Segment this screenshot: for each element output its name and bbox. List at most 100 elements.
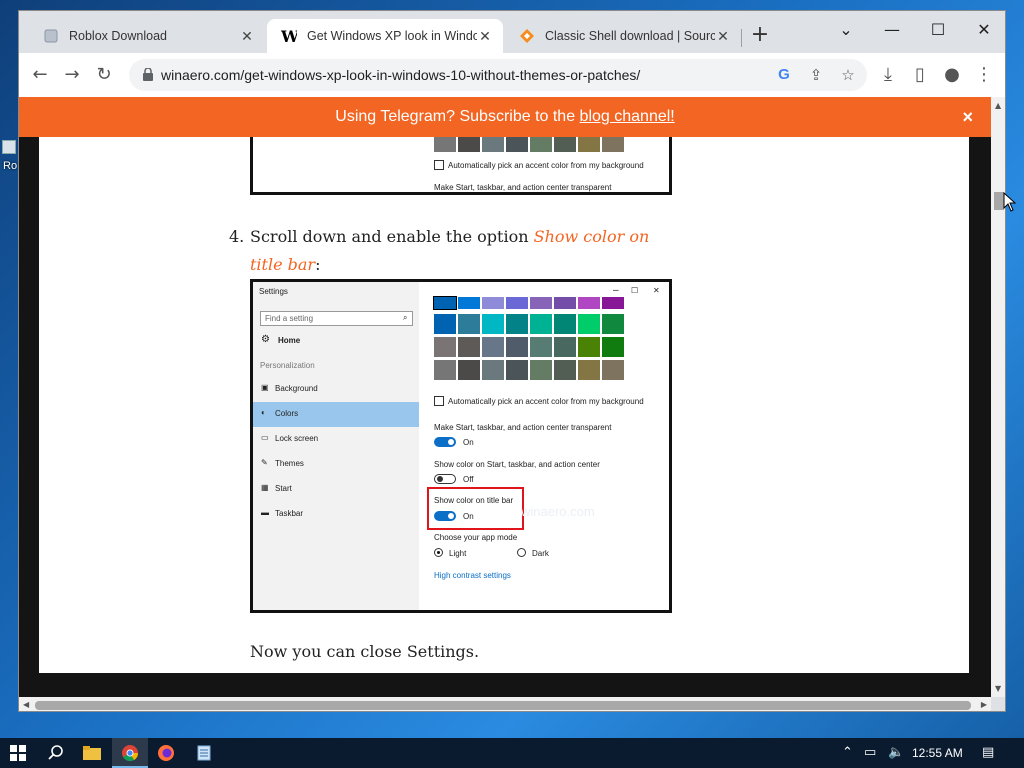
title-bar-toggle [434, 511, 456, 521]
mouse-cursor-icon [1003, 192, 1017, 212]
vertical-scrollbar[interactable]: ▲ ▼ [991, 97, 1005, 697]
settings-sidebar [253, 282, 419, 610]
color-swatch [554, 297, 576, 309]
share-icon[interactable]: ⇪ [807, 66, 825, 84]
color-swatch [602, 314, 624, 334]
profile-avatar-icon[interactable]: ● [941, 64, 963, 86]
app-taskbar-button[interactable] [186, 738, 222, 768]
network-icon[interactable]: ▭ [864, 745, 876, 760]
close-tab-icon[interactable]: ✕ [477, 28, 493, 44]
nav-icon: ▬ [261, 508, 269, 517]
step-number: 4. [229, 227, 245, 246]
tab-roblox-download[interactable]: Roblox Download ✕ [29, 19, 265, 53]
gear-icon: ⚙ [261, 334, 270, 345]
chrome-window: Roblox Download ✕ W Get Windows XP look … [18, 10, 1006, 712]
color-swatch [434, 337, 456, 357]
color-swatch [578, 337, 600, 357]
color-swatch [434, 314, 456, 334]
windows-logo-icon [10, 745, 26, 761]
back-button[interactable]: ← [29, 64, 51, 86]
color-swatch [530, 314, 552, 334]
color-swatch [554, 337, 576, 357]
svg-text:W: W [281, 28, 297, 44]
scroll-up-arrow[interactable]: ▲ [995, 101, 1001, 110]
color-swatch [530, 137, 552, 152]
desktop-shortcut-label: Ro [3, 160, 18, 172]
tab-winaero-active[interactable]: W Get Windows XP look in Windows 10 with… [267, 19, 503, 53]
bookmark-star-icon[interactable]: ☆ [839, 66, 857, 84]
close-tab-icon[interactable]: ✕ [239, 28, 255, 44]
new-tab-button[interactable]: + [749, 24, 771, 47]
watermark: winaero.com [521, 504, 595, 519]
banner-text: Using Telegram? Subscribe to the [335, 108, 580, 125]
scroll-right-arrow[interactable]: ▶ [981, 700, 987, 709]
sourceforge-diamond-icon [520, 29, 534, 43]
transparent-toggle [434, 437, 456, 447]
color-swatch [602, 137, 624, 152]
settings-maximize: ☐ [631, 286, 639, 295]
tab-title: Classic Shell download | SourceForge [545, 29, 715, 43]
nav-icon: ✎ [261, 458, 268, 467]
color-swatch [433, 296, 457, 310]
menu-kebab-icon[interactable]: ⋮ [973, 64, 995, 86]
color-swatch [482, 137, 504, 152]
download-icon[interactable]: ⤓ [877, 64, 899, 86]
horizontal-scrollbar[interactable]: ◀ ▶ [19, 697, 991, 711]
color-swatch [602, 297, 624, 309]
google-lens-icon[interactable]: G [775, 66, 793, 84]
horizontal-scroll-thumb[interactable] [35, 701, 971, 710]
settings-nav-item: Lock screen [275, 434, 319, 443]
banner-close-button[interactable]: × [962, 107, 973, 128]
maximize-button[interactable]: ☐ [915, 17, 961, 43]
color-swatch [602, 360, 624, 380]
color-swatch [506, 360, 528, 380]
show-color-start-state: Off [463, 475, 474, 484]
notifications-icon[interactable]: ▤ [982, 745, 994, 760]
search-button[interactable] [38, 738, 74, 768]
color-swatch [482, 360, 504, 380]
volume-muted-icon[interactable]: 🔈 [888, 745, 904, 760]
file-explorer-button[interactable] [74, 738, 110, 768]
transparent-label: Make Start, taskbar, and action center t… [434, 423, 612, 432]
screenshot-settings-colors: Settings – ☐ ✕ Find a setting ⌕ ⚙ Home P… [250, 279, 672, 613]
color-swatch [458, 314, 480, 334]
settings-search-box: Find a setting ⌕ [260, 311, 413, 326]
tab-search-button[interactable]: ⌄ [823, 17, 869, 43]
forward-button[interactable]: → [61, 64, 83, 86]
color-swatch [482, 314, 504, 334]
scroll-left-arrow[interactable]: ◀ [23, 700, 29, 709]
scroll-down-arrow[interactable]: ▼ [995, 684, 1001, 693]
side-panel-icon[interactable]: ▯ [909, 64, 931, 86]
blog-channel-link[interactable]: blog channel! [580, 108, 675, 125]
close-tab-icon[interactable]: ✕ [715, 28, 731, 44]
color-swatch [578, 314, 600, 334]
address-bar[interactable]: winaero.com/get-windows-xp-look-in-windo… [129, 59, 867, 91]
high-contrast-link: High contrast settings [434, 571, 511, 580]
color-swatch [506, 297, 528, 309]
color-swatch [482, 337, 504, 357]
settings-search-placeholder: Find a setting [265, 314, 314, 323]
auto-pick-label: Automatically pick an accent color from … [448, 161, 644, 170]
step-text-end: : [315, 255, 321, 274]
taskbar: ⌃ ▭ 🔈 12:55 AM ▤ [0, 738, 1024, 768]
search-icon [48, 745, 63, 760]
start-button[interactable] [0, 738, 36, 768]
clock[interactable]: 12:55 AM [912, 746, 963, 760]
chrome-taskbar-button[interactable] [112, 738, 148, 768]
firefox-taskbar-button[interactable] [148, 738, 184, 768]
close-window-button[interactable]: ✕ [961, 17, 1005, 43]
settings-home: Home [278, 336, 301, 345]
desktop-shortcut[interactable]: Ro [0, 140, 18, 180]
color-swatch [458, 137, 480, 152]
minimize-button[interactable]: — [869, 17, 915, 43]
checkbox [434, 160, 444, 170]
color-swatch [578, 137, 600, 152]
nav-icon: ▦ [261, 483, 269, 492]
settings-section: Personalization [260, 361, 315, 370]
winaero-w-icon: W [281, 28, 297, 44]
chevron-up-icon[interactable]: ⌃ [842, 745, 853, 760]
tab-classic-shell[interactable]: Classic Shell download | SourceForge ✕ [505, 19, 741, 53]
reload-button[interactable]: ↻ [93, 64, 115, 86]
tab-title: Get Windows XP look in Windows 10 withou… [307, 29, 477, 43]
telegram-banner: Using Telegram? Subscribe to the blog ch… [19, 97, 991, 137]
